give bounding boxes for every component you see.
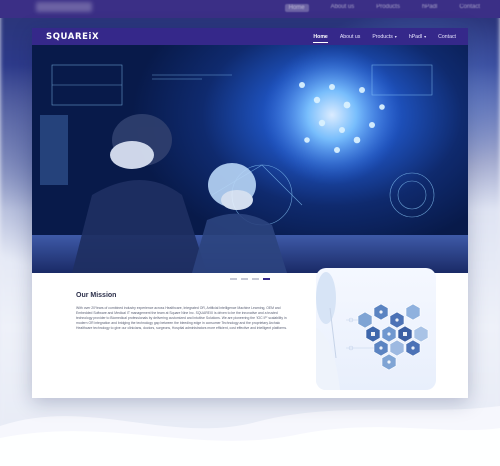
background-nav: Home About us Products hPadl Contact bbox=[284, 4, 480, 12]
background-nav-item: Contact bbox=[459, 4, 480, 10]
hero-image bbox=[32, 45, 468, 273]
carousel-dot[interactable] bbox=[230, 278, 237, 280]
background-nav-item: About us bbox=[330, 4, 355, 10]
nav-item-contact[interactable]: Contact bbox=[438, 34, 456, 40]
mission-image bbox=[316, 268, 436, 390]
mission-title: Our Mission bbox=[76, 292, 117, 299]
background-nav-item: Home bbox=[284, 4, 309, 12]
website-preview: SQUAREiX Home About us Products ▾ hPadl … bbox=[32, 28, 468, 398]
chevron-down-icon: ▾ bbox=[394, 34, 397, 39]
nav-item-home[interactable]: Home bbox=[313, 33, 329, 43]
hero-carousel[interactable] bbox=[32, 45, 468, 273]
nav-item-label: Home bbox=[313, 33, 328, 40]
nav-item-label: Contact bbox=[438, 33, 456, 40]
background-nav-item: Products bbox=[376, 4, 400, 10]
nav-item-label: hPadl bbox=[408, 33, 423, 40]
nav-item-about[interactable]: About us bbox=[340, 34, 360, 40]
mission-text: With over 20Years of combined industry e… bbox=[76, 306, 287, 331]
carousel-dot[interactable] bbox=[241, 278, 248, 280]
background-nav-item: hPadl bbox=[421, 4, 438, 10]
nav-item-hpadl[interactable]: hPadl ▾ bbox=[409, 34, 426, 40]
chevron-down-icon: ▾ bbox=[424, 34, 427, 39]
nav-item-label: About us bbox=[339, 33, 361, 40]
navbar: SQUAREiX Home About us Products ▾ hPadl … bbox=[32, 28, 468, 45]
nav-item-products[interactable]: Products ▾ bbox=[372, 34, 397, 40]
medical-icons-graphic bbox=[316, 272, 429, 390]
main-nav: Home About us Products ▾ hPadl ▾ Contact bbox=[313, 33, 456, 43]
background-logo bbox=[36, 2, 92, 12]
carousel-dot[interactable] bbox=[252, 278, 259, 280]
nav-item-label: Products bbox=[372, 33, 393, 40]
carousel-dot-active[interactable] bbox=[263, 278, 270, 280]
logo[interactable]: SQUAREiX bbox=[46, 32, 99, 42]
